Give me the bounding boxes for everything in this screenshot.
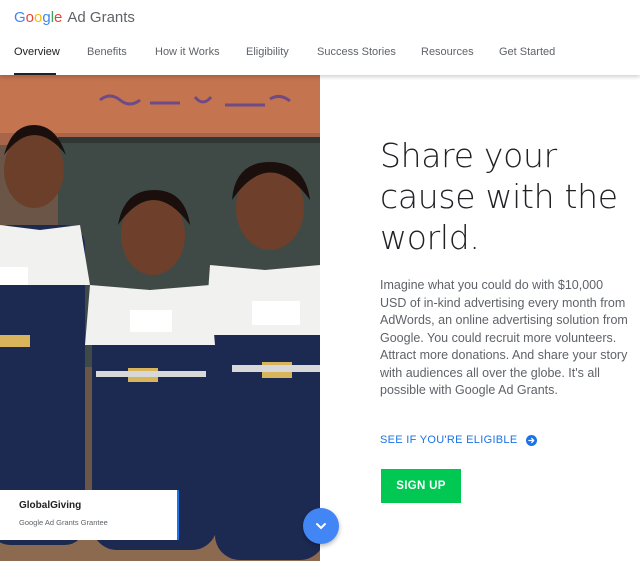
hero-photo <box>0 75 320 561</box>
product-name: Ad Grants <box>67 9 135 26</box>
nav-item-overview[interactable]: Overview <box>14 46 60 75</box>
google-wordmark: Google <box>14 9 62 26</box>
eligibility-link[interactable]: SEE IF YOU'RE ELIGIBLE <box>380 434 537 446</box>
nav-item-get-started[interactable]: Get Started <box>499 46 555 75</box>
nav-item-eligibility[interactable]: Eligibility <box>246 46 289 75</box>
photo-caption: GlobalGiving Google Ad Grants Grantee <box>0 490 179 540</box>
caption-subtitle: Google Ad Grants Grantee <box>19 518 108 527</box>
caption-title: GlobalGiving <box>19 500 82 511</box>
hero-body: Imagine what you could do with $10,000 U… <box>380 278 628 397</box>
nav-item-how-it-works[interactable]: How it Works <box>155 46 220 75</box>
google-letter: e <box>54 9 63 26</box>
arrow-circle-right-icon <box>525 434 537 446</box>
hero-title: Share your cause with the world. <box>380 136 618 257</box>
google-letter: g <box>42 9 51 26</box>
nav-item-resources[interactable]: Resources <box>421 46 474 75</box>
eligibility-link-label: SEE IF YOU'RE ELIGIBLE <box>380 434 518 446</box>
nav-item-benefits[interactable]: Benefits <box>87 46 127 75</box>
nav-item-success-stories[interactable]: Success Stories <box>317 46 396 75</box>
signup-button[interactable]: SIGN UP <box>381 469 461 503</box>
chevron-down-icon <box>316 523 326 530</box>
site-header: Google Ad Grants Overview Benefits How i… <box>0 0 640 75</box>
schoolgirls-image <box>0 75 320 561</box>
scroll-down-button[interactable] <box>303 508 339 544</box>
google-letter: G <box>14 9 26 26</box>
google-ad-grants-logo[interactable]: Google Ad Grants <box>14 9 135 29</box>
google-letter: o <box>25 9 35 26</box>
main-nav: Overview Benefits How it Works Eligibili… <box>0 46 640 75</box>
